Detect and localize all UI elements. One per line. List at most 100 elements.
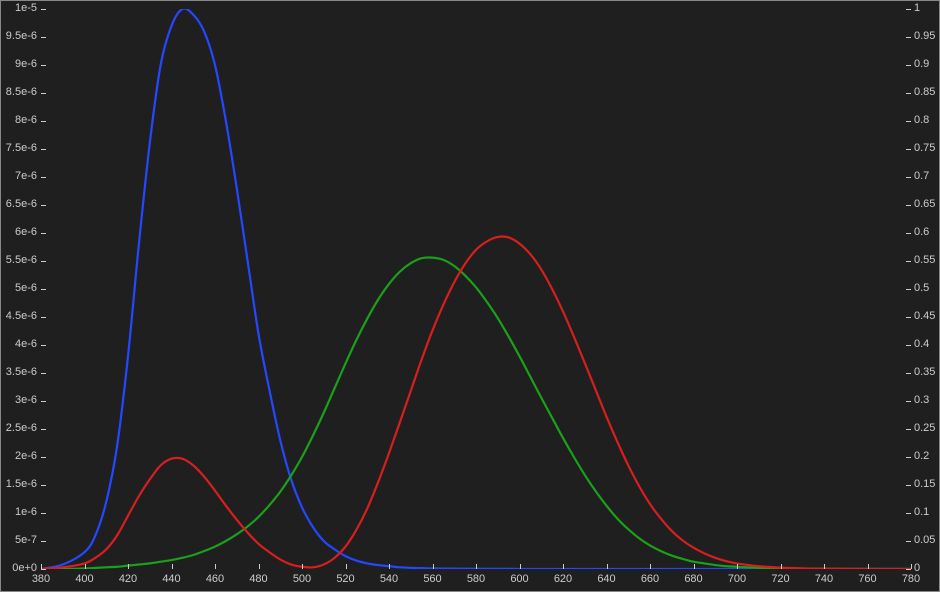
- x-tick-mark: [302, 564, 303, 569]
- y-tick-mark-right: [906, 317, 911, 318]
- y-tick-right: 0.2: [914, 450, 929, 462]
- x-tick: 540: [375, 573, 403, 585]
- y-tick-mark-left: [41, 569, 46, 570]
- x-tick-mark: [172, 564, 173, 569]
- y-tick-right: 0.75: [914, 142, 935, 154]
- x-tick: 460: [201, 573, 229, 585]
- y-tick-right: 0.7: [914, 170, 929, 182]
- series-green: [41, 257, 911, 569]
- x-tick-mark: [389, 564, 390, 569]
- y-tick-right: 0.55: [914, 254, 935, 266]
- x-tick-mark: [85, 564, 86, 569]
- curves-layer: [41, 9, 911, 569]
- y-tick-right: 0.1: [914, 506, 929, 518]
- x-tick: 380: [27, 573, 55, 585]
- y-tick-right: 0.65: [914, 198, 935, 210]
- y-tick-left: 1e-5: [15, 2, 37, 14]
- y-tick-mark-right: [906, 345, 911, 346]
- y-tick-left: 1.5e-6: [6, 478, 37, 490]
- y-tick-right: 0.9: [914, 58, 929, 70]
- y-tick-right: 0.05: [914, 534, 935, 546]
- y-tick-mark-right: [906, 37, 911, 38]
- y-tick-mark-right: [906, 485, 911, 486]
- x-tick: 420: [114, 573, 142, 585]
- x-tick: 400: [71, 573, 99, 585]
- x-tick: 780: [897, 573, 925, 585]
- y-tick-mark-right: [906, 261, 911, 262]
- y-tick-mark-left: [41, 345, 46, 346]
- y-tick-mark-right: [906, 233, 911, 234]
- chart-frame: 0e+05e-71e-61.5e-62e-62.5e-63e-63.5e-64e…: [0, 0, 940, 592]
- x-tick: 520: [332, 573, 360, 585]
- y-tick-mark-right: [906, 9, 911, 10]
- y-tick-mark-left: [41, 513, 46, 514]
- x-tick-mark: [128, 564, 129, 569]
- y-tick-right: 0.85: [914, 86, 935, 98]
- y-tick-left: 1e-6: [15, 506, 37, 518]
- y-tick-mark-right: [906, 205, 911, 206]
- x-tick-mark: [259, 564, 260, 569]
- y-tick-right: 0.8: [914, 114, 929, 126]
- y-tick-left: 5.5e-6: [6, 254, 37, 266]
- y-tick-mark-right: [906, 65, 911, 66]
- y-tick-right: 0.5: [914, 282, 929, 294]
- x-tick-mark: [694, 564, 695, 569]
- y-tick-left: 4e-6: [15, 338, 37, 350]
- y-tick-mark-left: [41, 317, 46, 318]
- y-tick-mark-left: [41, 457, 46, 458]
- y-tick-left: 9.5e-6: [6, 30, 37, 42]
- x-tick-mark: [868, 564, 869, 569]
- x-tick: 560: [419, 573, 447, 585]
- y-tick-mark-left: [41, 65, 46, 66]
- y-tick-left: 7.5e-6: [6, 142, 37, 154]
- x-tick-mark: [737, 564, 738, 569]
- y-tick-mark-right: [906, 569, 911, 570]
- y-tick-left: 2e-6: [15, 450, 37, 462]
- y-tick-mark-right: [906, 373, 911, 374]
- y-tick-right: 0.45: [914, 310, 935, 322]
- y-tick-left: 8.5e-6: [6, 86, 37, 98]
- x-tick-mark: [650, 564, 651, 569]
- y-tick-mark-left: [41, 121, 46, 122]
- x-tick-mark: [911, 564, 912, 569]
- x-tick-mark: [215, 564, 216, 569]
- y-tick-left: 3e-6: [15, 394, 37, 406]
- x-tick: 720: [767, 573, 795, 585]
- x-tick: 620: [549, 573, 577, 585]
- y-tick-mark-right: [906, 513, 911, 514]
- y-tick-left: 5e-6: [15, 282, 37, 294]
- x-tick: 640: [593, 573, 621, 585]
- x-tick-mark: [433, 564, 434, 569]
- y-tick-left: 2.5e-6: [6, 422, 37, 434]
- x-tick: 740: [810, 573, 838, 585]
- y-tick-mark-right: [906, 541, 911, 542]
- x-tick: 440: [158, 573, 186, 585]
- y-tick-left: 7e-6: [15, 170, 37, 182]
- y-tick-mark-left: [41, 149, 46, 150]
- x-tick-mark: [781, 564, 782, 569]
- y-tick-mark-left: [41, 289, 46, 290]
- y-tick-mark-left: [41, 9, 46, 10]
- x-tick-mark: [520, 564, 521, 569]
- y-tick-mark-right: [906, 177, 911, 178]
- y-tick-mark-right: [906, 289, 911, 290]
- y-tick-left: 9e-6: [15, 58, 37, 70]
- y-tick-mark-right: [906, 401, 911, 402]
- y-tick-mark-right: [906, 429, 911, 430]
- y-tick-mark-left: [41, 373, 46, 374]
- y-tick-right: 0.95: [914, 30, 935, 42]
- x-tick: 480: [245, 573, 273, 585]
- y-tick-mark-left: [41, 205, 46, 206]
- y-tick-left: 6e-6: [15, 226, 37, 238]
- y-tick-mark-right: [906, 121, 911, 122]
- y-tick-right: 0.4: [914, 338, 929, 350]
- x-tick-mark: [563, 564, 564, 569]
- x-tick-mark: [476, 564, 477, 569]
- y-tick-mark-left: [41, 485, 46, 486]
- y-tick-left: 3.5e-6: [6, 366, 37, 378]
- x-tick-mark: [607, 564, 608, 569]
- y-tick-left: 8e-6: [15, 114, 37, 126]
- x-tick-mark: [41, 564, 42, 569]
- plot-area: [41, 9, 911, 569]
- x-tick: 580: [462, 573, 490, 585]
